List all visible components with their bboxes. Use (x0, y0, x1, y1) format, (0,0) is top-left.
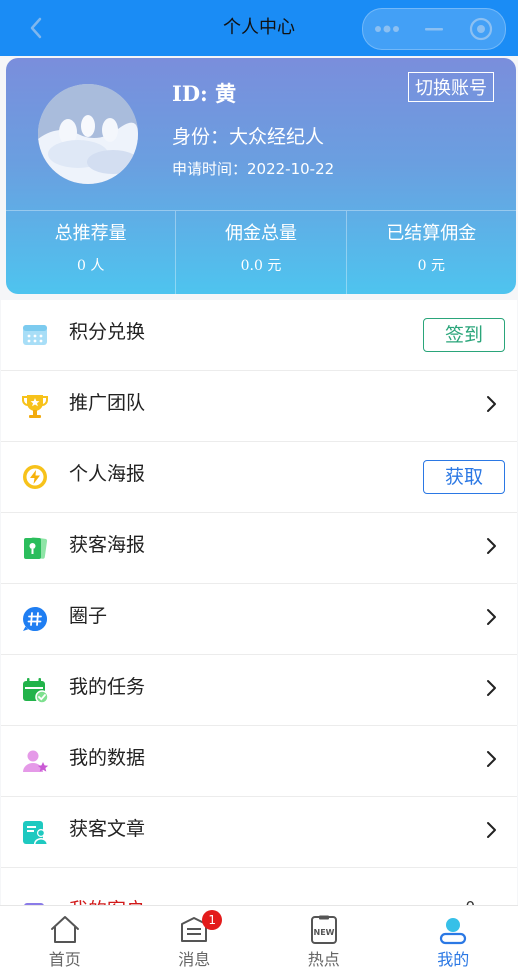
menu-item-my-tasks[interactable]: 我的任务 (1, 655, 517, 726)
more-icon[interactable] (367, 14, 407, 44)
user-role: 身份：大众经纪人 (172, 126, 325, 148)
stat-label: 总推荐量 (54, 223, 127, 244)
menu-item-my-data[interactable]: 我的数据 (1, 726, 517, 797)
tab-label: 首页 (48, 950, 81, 969)
stat-value: 0 人 (76, 258, 105, 274)
mini-program-capsule (362, 8, 506, 50)
tab-mine[interactable]: 我的 (389, 906, 518, 975)
calendar-grid-icon (21, 321, 49, 349)
tab-home[interactable]: 首页 (0, 906, 130, 975)
stat-label: 佣金总量 (224, 223, 297, 244)
svg-text:NEW: NEW (313, 928, 334, 937)
menu-item-promotion-team[interactable]: 推广团队 (1, 371, 517, 442)
sign-in-button[interactable]: 签到 (423, 318, 505, 352)
back-arrow-icon[interactable] (22, 14, 50, 42)
tab-label: 热点 (307, 950, 340, 969)
stat-settled-commission[interactable]: 已结算佣金 0 元 (345, 211, 516, 294)
user-star-icon (21, 747, 49, 775)
article-user-icon (21, 818, 49, 846)
lightning-icon (21, 463, 49, 491)
bottom-tab-bar: 首页 1 消息 NEW 热点 我的 (0, 905, 518, 975)
task-calendar-icon (21, 676, 49, 704)
stat-total-referrals[interactable]: 总推荐量 0 人 (6, 211, 175, 294)
new-icon: NEW (308, 914, 340, 946)
trophy-icon (21, 392, 49, 420)
poster-icon (21, 534, 49, 562)
user-id: ID: 黄 (172, 81, 237, 106)
menu-item-label: 获客文章 (69, 818, 146, 840)
menu-item-label: 获客海报 (69, 534, 146, 556)
stat-total-commission[interactable]: 佣金总量 0.0 元 (175, 211, 345, 294)
stat-value: 0 元 (417, 258, 445, 274)
chevron-right-icon (483, 677, 499, 699)
menu-item-label: 圈子 (69, 605, 108, 627)
unread-badge: 1 (202, 910, 223, 930)
menu-item-label: 推广团队 (69, 392, 146, 414)
close-target-icon[interactable] (461, 14, 501, 44)
minimize-icon[interactable] (414, 14, 454, 44)
switch-account-button[interactable]: 切换账号 (408, 72, 494, 102)
stat-value: 0.0 元 (240, 258, 282, 274)
tab-label: 我的 (437, 950, 470, 969)
menu-item-customer-articles[interactable]: 获客文章 (1, 797, 517, 868)
menu-item-customer-poster[interactable]: 获客海报 (1, 513, 517, 584)
stats-row: 总推荐量 0 人 佣金总量 0.0 元 已结算佣金 0 元 (6, 210, 516, 294)
menu-item-label: 我的任务 (69, 676, 146, 698)
menu-item-label: 个人海报 (69, 463, 146, 485)
menu-item-label: 积分兑换 (69, 321, 146, 343)
page: 个人中心 ID: 黄 身份：大众经纪人 申请时间：2022-10-22 切换账号… (0, 0, 518, 975)
menu-item-label: 我的数据 (69, 747, 146, 769)
profile-card: ID: 黄 身份：大众经纪人 申请时间：2022-10-22 切换账号 总推荐量… (6, 58, 516, 294)
tab-hot[interactable]: NEW 热点 (259, 906, 389, 975)
chevron-right-icon (483, 606, 499, 628)
menu-item-points-exchange[interactable]: 积分兑换 签到 (1, 300, 517, 371)
hashtag-icon (21, 605, 49, 633)
chevron-right-icon (483, 393, 499, 415)
chevron-right-icon (483, 819, 499, 841)
menu-item-personal-poster[interactable]: 个人海报 获取 (1, 442, 517, 513)
menu-item-circle[interactable]: 圈子 (1, 584, 517, 655)
profile-icon (437, 914, 469, 946)
chevron-right-icon (483, 535, 499, 557)
avatar[interactable] (38, 84, 138, 184)
tab-label: 消息 (178, 950, 211, 969)
apply-date: 申请时间：2022-10-22 (172, 160, 335, 178)
stat-label: 已结算佣金 (386, 223, 477, 244)
menu-list: 积分兑换 签到 推广团队 个人海报 获取 获客海报 圈子 我的任务 我的数据 获… (1, 300, 517, 927)
chevron-right-icon (483, 748, 499, 770)
get-poster-button[interactable]: 获取 (423, 460, 505, 494)
home-icon (49, 914, 81, 946)
top-bar: 个人中心 (0, 0, 518, 56)
tab-messages[interactable]: 1 消息 (130, 906, 260, 975)
